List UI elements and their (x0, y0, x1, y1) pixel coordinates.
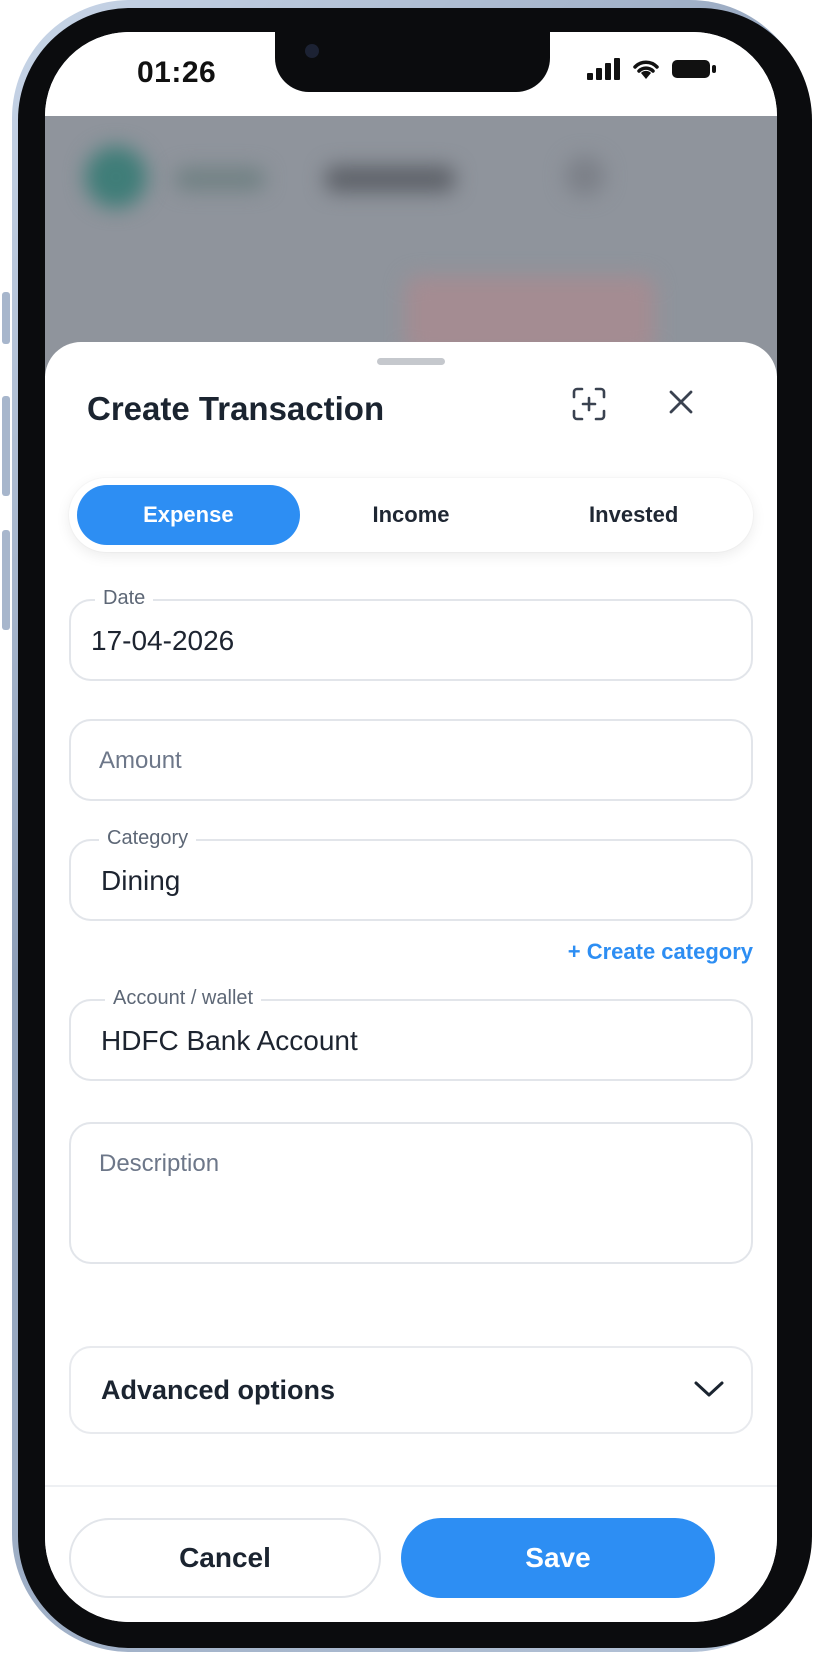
tab-income[interactable]: Income (300, 485, 523, 545)
blurred-header-icon (565, 156, 605, 196)
notch (275, 32, 550, 92)
advanced-options-toggle[interactable]: Advanced options (69, 1346, 753, 1434)
wifi-icon (633, 60, 659, 79)
tab-expense[interactable]: Expense (77, 485, 300, 545)
scan-add-button[interactable] (569, 384, 609, 424)
account-wallet-field[interactable]: Account / wallet HDFC Bank Account (69, 987, 753, 1081)
date-field[interactable]: Date 17-04-2026 (69, 587, 753, 681)
blurred-header-text (175, 168, 265, 190)
date-value: 17-04-2026 (91, 625, 235, 656)
battery-icon (672, 60, 716, 78)
transaction-type-tabs: Expense Income Invested (69, 478, 753, 552)
blurred-header-text (325, 166, 455, 192)
status-icons (587, 58, 717, 80)
create-transaction-sheet: Create Transaction Expense Income Invest… (45, 342, 777, 1622)
chevron-down-icon (694, 1381, 724, 1397)
tab-invested[interactable]: Invested (522, 485, 745, 545)
sheet-title: Create Transaction (87, 390, 385, 427)
close-icon (669, 390, 693, 414)
advanced-options-label: Advanced options (101, 1375, 336, 1405)
category-value: Dining (101, 865, 181, 896)
account-wallet-value: HDFC Bank Account (101, 1025, 358, 1056)
amount-placeholder: Amount (99, 747, 182, 774)
description-placeholder: Description (99, 1150, 220, 1177)
status-bar: 01:26 (45, 32, 777, 116)
phone-action-button (2, 292, 10, 344)
sheet-grabber[interactable] (377, 358, 445, 365)
phone-screen: 01:26 Create Transaction Expense Income … (45, 32, 777, 1622)
blurred-app-background (45, 116, 777, 376)
front-camera (305, 44, 319, 58)
account-wallet-label: Account / wallet (105, 987, 262, 1010)
cancel-button[interactable]: Cancel (69, 1518, 381, 1598)
date-label: Date (95, 587, 154, 610)
create-category-link[interactable]: + Create category (568, 939, 753, 965)
scan-add-icon (572, 387, 606, 421)
footer-divider (45, 1485, 777, 1487)
close-button[interactable] (661, 382, 701, 422)
phone-volume-up-button (2, 396, 10, 496)
status-time: 01:26 (137, 56, 217, 89)
category-label: Category (99, 827, 197, 850)
phone-volume-down-button (2, 530, 10, 630)
amount-field[interactable]: Amount (69, 719, 753, 801)
description-field[interactable]: Description (69, 1122, 753, 1264)
category-field[interactable]: Category Dining (69, 827, 753, 921)
save-button[interactable]: Save (401, 1518, 715, 1598)
cellular-signal-icon (587, 58, 620, 80)
blurred-logo (85, 146, 147, 208)
